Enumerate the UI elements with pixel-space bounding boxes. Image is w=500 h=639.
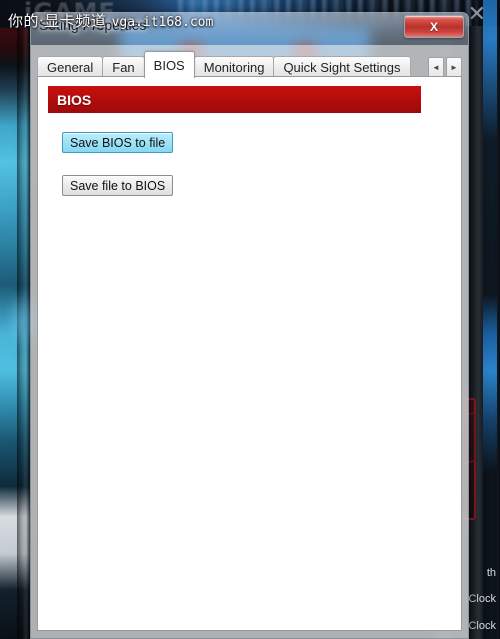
background-close-icon[interactable]: ✕ <box>468 2 486 27</box>
background-label-0: th <box>486 567 496 579</box>
watermark: 你的·显卡频道 vga.it168.com <box>8 10 213 31</box>
tab-general-label: General <box>47 60 94 75</box>
tab-general[interactable]: General <box>37 56 104 78</box>
tab-strip: General Fan BIOS Monitoring Quick Sight … <box>37 50 462 78</box>
tab-scroll-controls: ◄ ► <box>428 57 462 78</box>
tab-bios[interactable]: BIOS <box>143 51 195 78</box>
save-bios-to-file-label: Save BIOS to file <box>70 135 166 150</box>
tab-fan-label: Fan <box>112 60 135 75</box>
background-label-2: Clock <box>468 620 496 632</box>
background-label-1: Clock <box>468 593 496 605</box>
bios-section-header: BIOS <box>48 86 421 113</box>
tab-monitoring[interactable]: Monitoring <box>193 56 275 78</box>
save-file-to-bios-label: Save file to BIOS <box>70 178 166 193</box>
background-right-blue-accent <box>483 0 497 639</box>
screenshot-root: iGAME ✕ th Clock Clock 你的·显卡频道 vga.it168… <box>0 0 500 639</box>
tab-quick-sight-settings-label: Quick Sight Settings <box>283 60 401 75</box>
watermark-url: vga.it168.com <box>111 15 214 30</box>
tab-scroll-next-icon[interactable]: ► <box>446 57 462 78</box>
save-bios-to-file-button[interactable]: Save BIOS to file <box>62 132 174 153</box>
dialog-body: General Fan BIOS Monitoring Quick Sight … <box>31 45 468 638</box>
setting-properties-dialog: Seting Properties X General Fan BIOS Mon… <box>30 12 469 639</box>
tab-monitoring-label: Monitoring <box>203 60 265 75</box>
close-button-label: X <box>429 19 438 34</box>
tab-fan[interactable]: Fan <box>102 56 145 78</box>
tab-list: General Fan BIOS Monitoring Quick Sight … <box>37 50 411 78</box>
save-file-to-bios-button[interactable]: Save file to BIOS <box>62 175 174 196</box>
bios-section-title: BIOS <box>57 91 92 108</box>
tab-bios-label: BIOS <box>153 57 185 73</box>
bios-tab-panel: BIOS Save BIOS to file Save file to BIOS <box>37 76 462 631</box>
tab-quick-sight-settings[interactable]: Quick Sight Settings <box>273 56 411 78</box>
tab-scroll-prev-icon[interactable]: ◄ <box>428 57 444 78</box>
watermark-text: 你的·显卡频道 <box>8 12 107 30</box>
close-button[interactable]: X <box>404 15 464 38</box>
